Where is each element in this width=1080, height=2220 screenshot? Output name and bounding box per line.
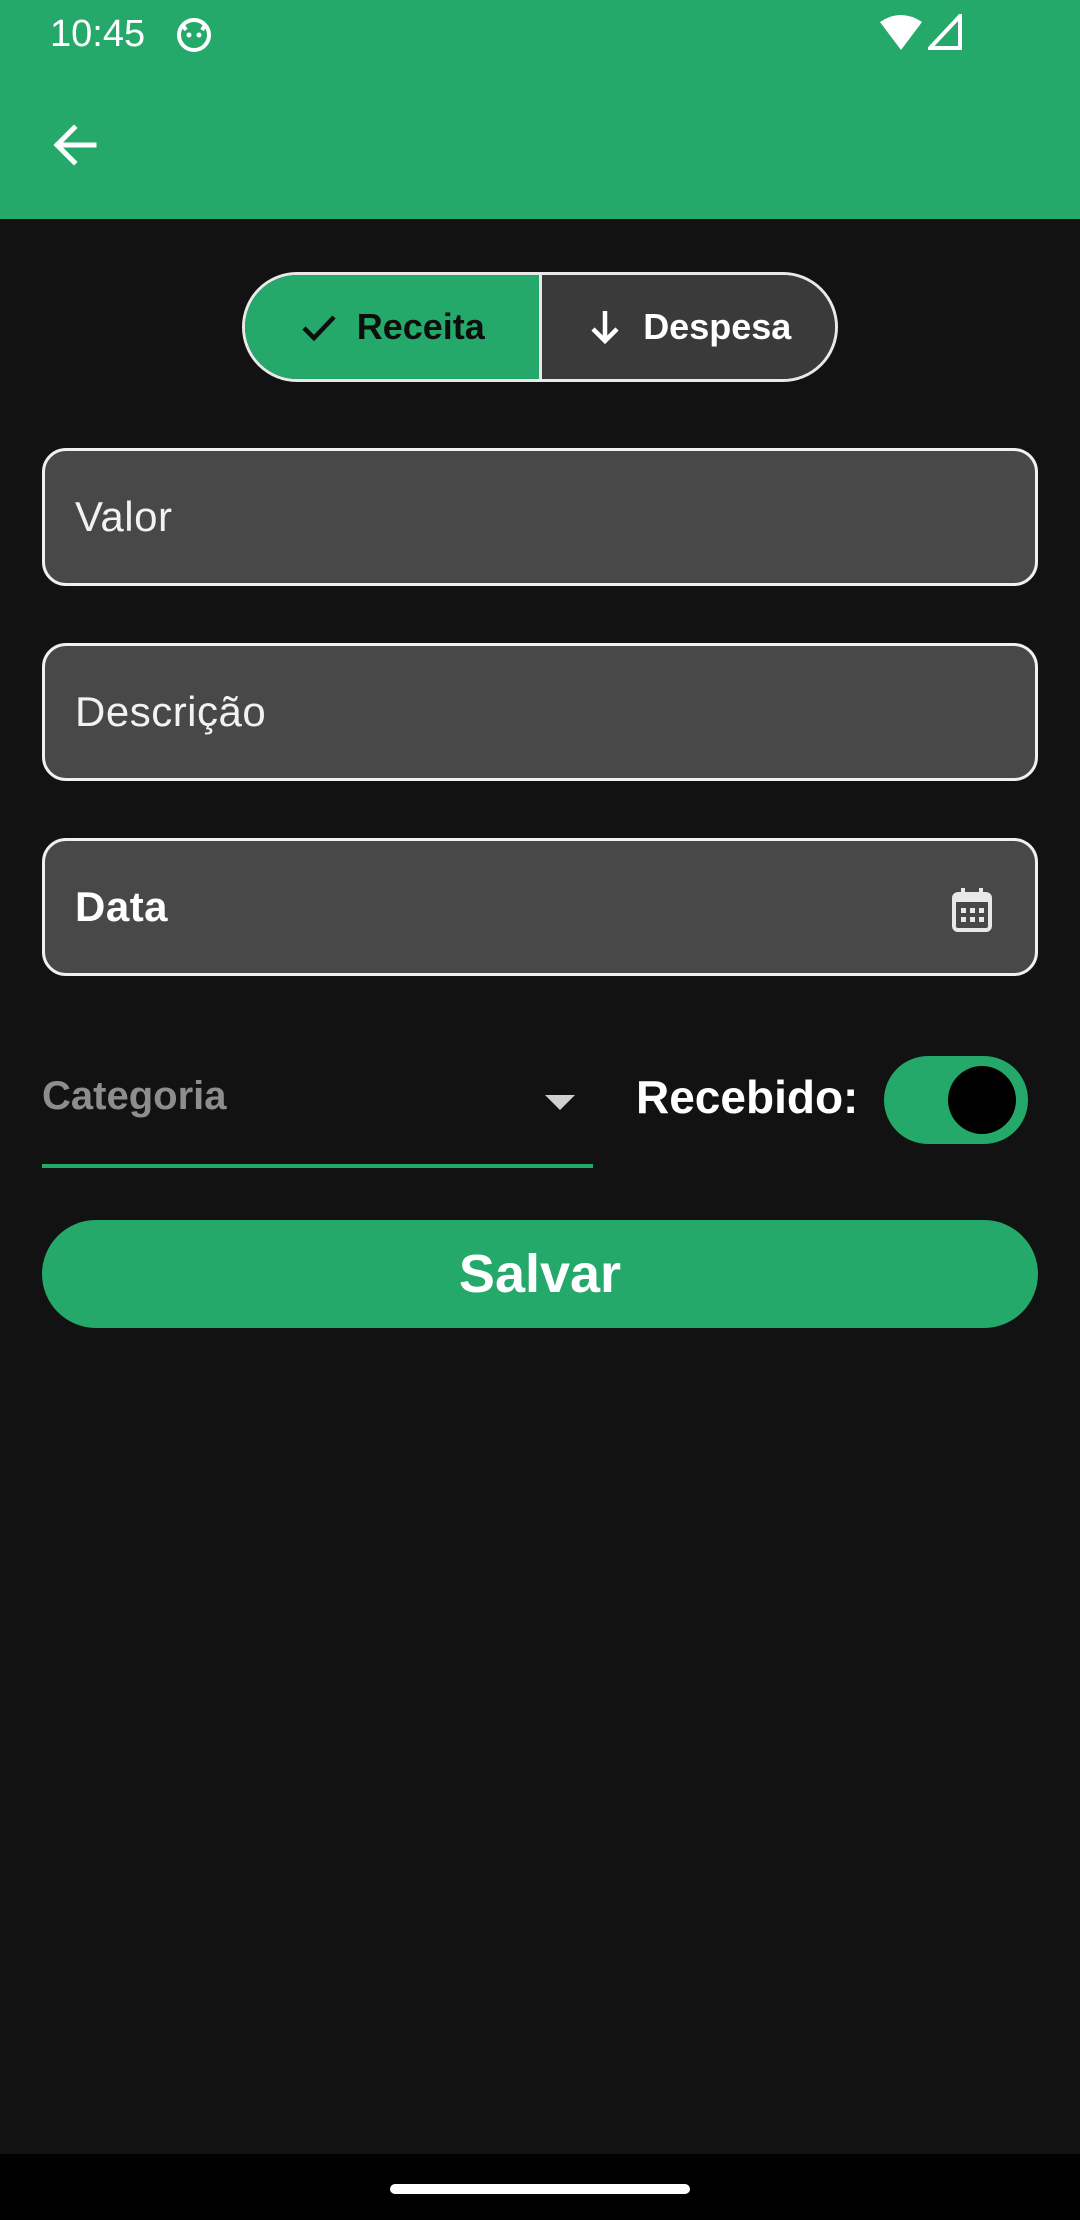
data-label: Data [75, 883, 169, 930]
wifi-icon [880, 15, 922, 50]
data-field[interactable]: Data [42, 838, 1038, 976]
app-bar: 10:45 [0, 0, 1080, 219]
toggle-knob [948, 1066, 1016, 1134]
signal-icon [928, 14, 962, 50]
navigation-bar [0, 2154, 1080, 2220]
status-time: 10:45 [50, 13, 146, 55]
despesa-label: Despesa [643, 306, 792, 347]
categoria-placeholder: Categoria [42, 1074, 227, 1118]
recebido-label: Recebido: [636, 1071, 859, 1123]
valor-field[interactable]: Valor [42, 448, 1038, 586]
type-selector: Receita Despesa [242, 272, 838, 382]
categoria-dropdown[interactable]: Categoria [42, 1060, 593, 1168]
home-handle[interactable] [390, 2184, 690, 2194]
valor-label: Valor [75, 493, 173, 540]
back-button[interactable] [42, 112, 108, 178]
cat-notification-icon [177, 18, 211, 52]
screen: 10:45 Receita Despesa Valor Descrição Da… [0, 0, 1080, 2220]
calendar-icon[interactable] [951, 887, 993, 933]
arrow-left-icon [53, 124, 97, 166]
check-icon [302, 315, 336, 342]
receita-option[interactable]: Receita [245, 275, 542, 379]
arrow-down-icon [591, 311, 619, 345]
despesa-option[interactable]: Despesa [541, 275, 835, 379]
descricao-label: Descrição [75, 688, 267, 735]
dropdown-arrow-icon [545, 1095, 575, 1110]
receita-label: Receita [356, 306, 485, 347]
descricao-field[interactable]: Descrição [42, 643, 1038, 781]
recebido-toggle[interactable] [884, 1056, 1028, 1144]
save-button[interactable]: Salvar [42, 1220, 1038, 1328]
